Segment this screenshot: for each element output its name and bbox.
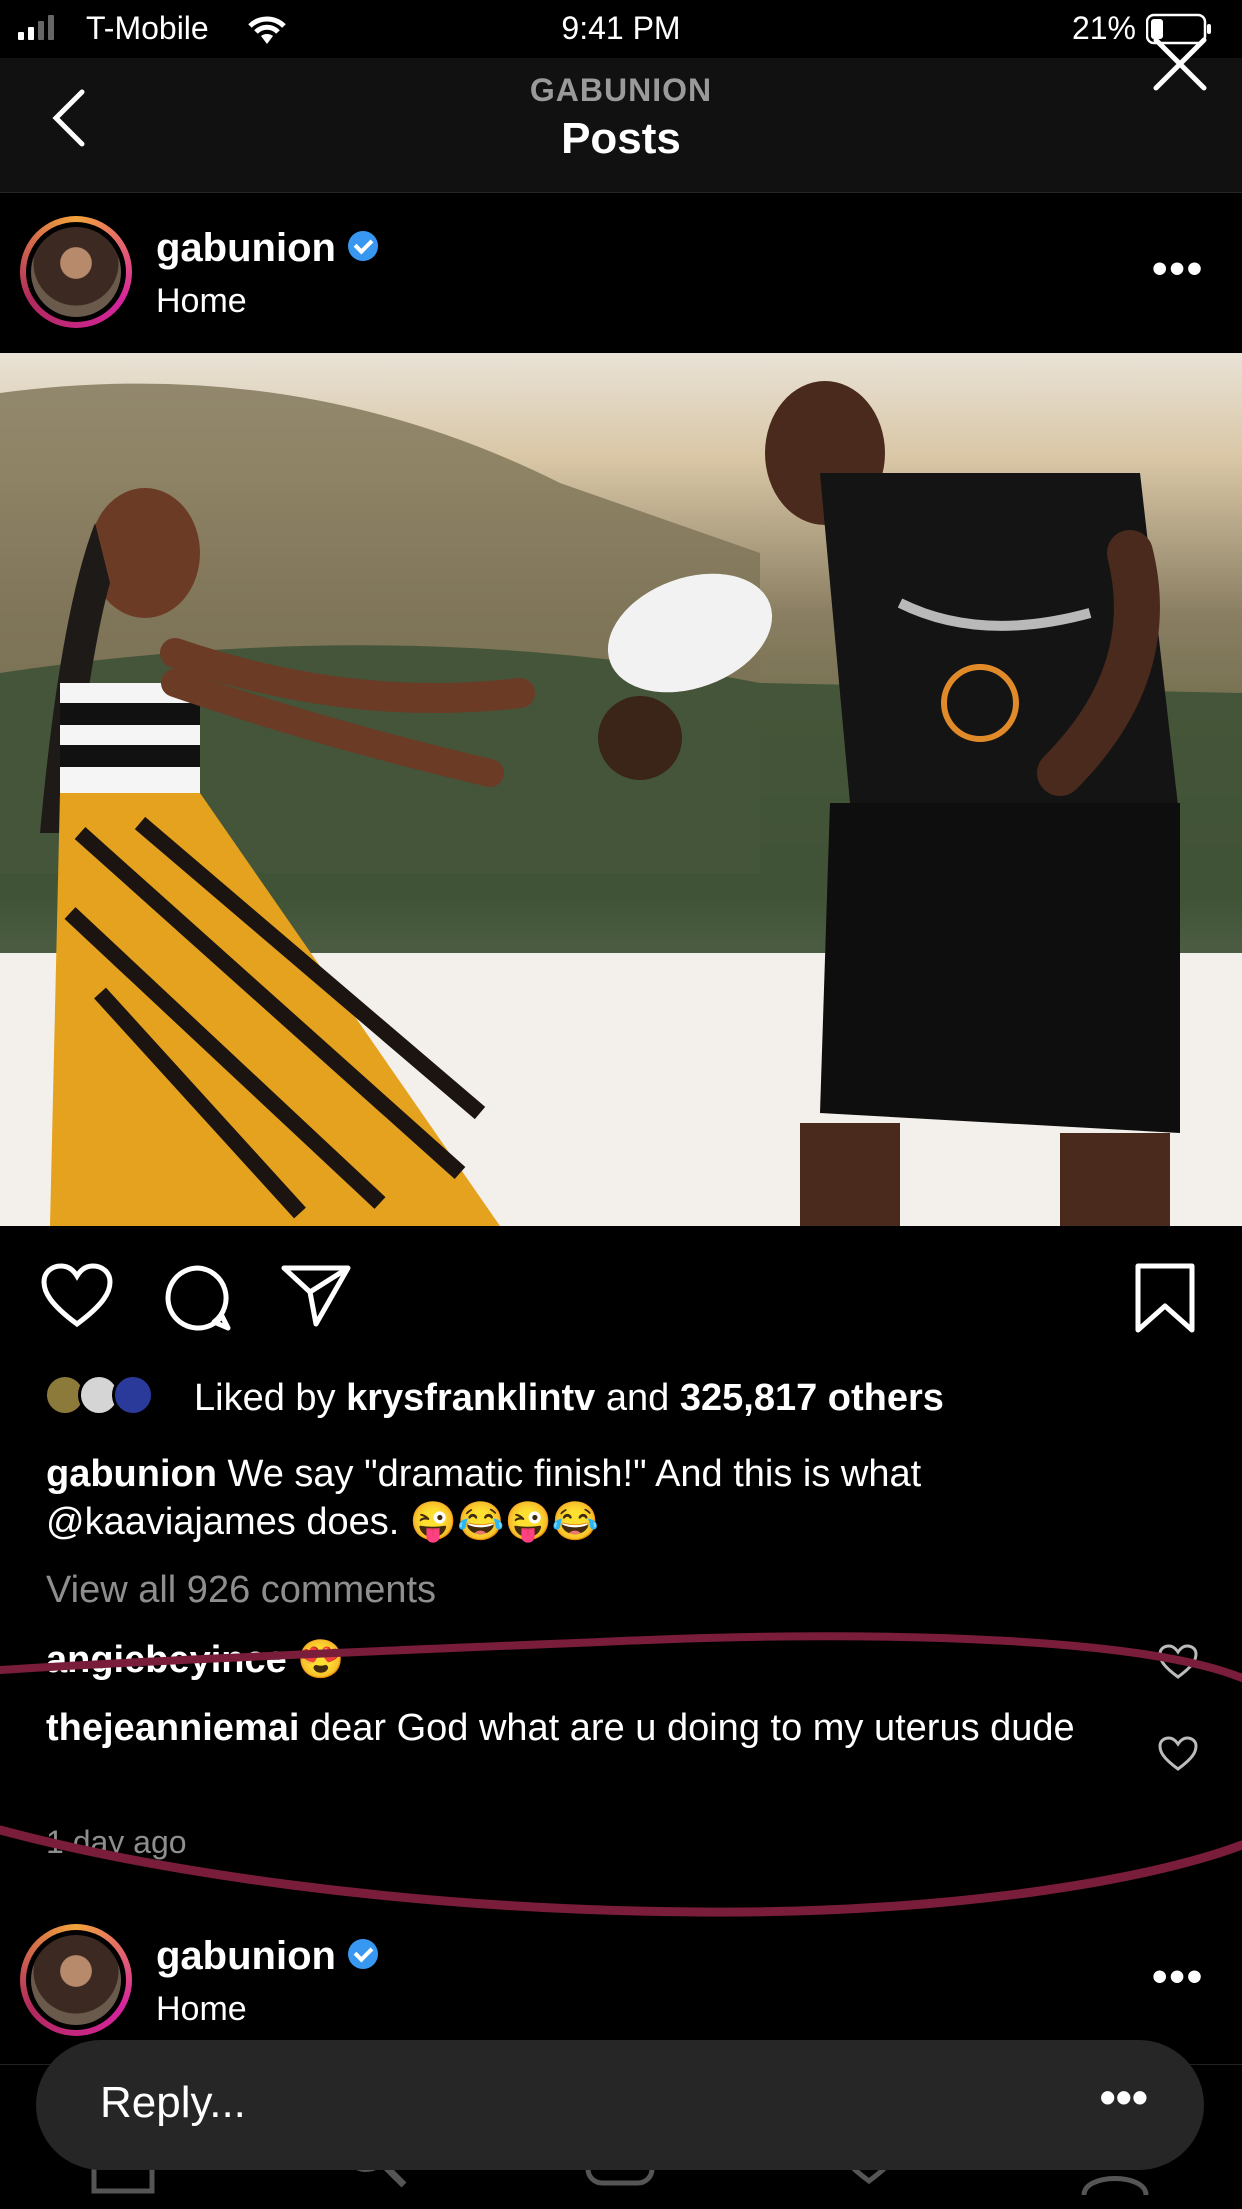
caption: gabunion We say "dramatic finish!" And t… — [46, 1450, 1166, 1546]
post-username[interactable]: gabunion — [156, 1934, 336, 1978]
nav-header: GABUNION Posts — [0, 37, 1242, 193]
view-all-comments-link[interactable]: View all 926 comments — [46, 1566, 436, 1614]
post-image[interactable] — [0, 353, 1242, 1226]
post-location[interactable]: Home — [156, 1990, 247, 2029]
post-username-row[interactable]: gabunion — [156, 226, 378, 271]
bookmark-icon[interactable] — [1134, 1262, 1196, 1334]
more-icon[interactable]: ••• — [1152, 244, 1204, 294]
likes-line[interactable]: Liked by krysfranklintv and 325,817 othe… — [194, 1374, 944, 1422]
caption-username[interactable]: gabunion — [46, 1453, 217, 1495]
post-username-row[interactable]: gabunion — [156, 1934, 378, 1979]
annotation-circle — [0, 1632, 1242, 1917]
post-location[interactable]: Home — [156, 282, 247, 321]
avatar[interactable] — [20, 1924, 132, 2036]
reply-more-icon[interactable]: ••• — [1100, 2070, 1148, 2124]
share-icon[interactable] — [280, 1262, 352, 1328]
comment-icon[interactable] — [162, 1262, 234, 1334]
liker-avatars[interactable] — [44, 1374, 184, 1418]
heart-icon[interactable] — [40, 1262, 114, 1330]
nav-subtitle: GABUNION — [529, 72, 713, 108]
reply-input[interactable]: Reply... ••• — [36, 2040, 1204, 2170]
liker-username[interactable]: krysfranklintv — [346, 1377, 595, 1419]
liker-avatar — [112, 1374, 154, 1416]
more-icon[interactable]: ••• — [1152, 1952, 1204, 2002]
clock: 9:41 PM — [561, 10, 681, 46]
avatar[interactable] — [20, 216, 132, 328]
verified-icon — [347, 231, 378, 262]
close-icon[interactable] — [1150, 34, 1210, 94]
likes-mid: and — [595, 1377, 680, 1419]
page-title: Posts — [561, 114, 681, 163]
verified-icon — [347, 1939, 378, 1970]
battery-percent: 21% — [1071, 10, 1136, 46]
status-bar: T-Mobile 9:41 PM 21% — [0, 0, 1242, 58]
post-photo-illustration — [0, 381, 1242, 1226]
post-username[interactable]: gabunion — [156, 226, 336, 270]
reply-placeholder: Reply... — [100, 2078, 246, 2127]
likes-prefix: Liked by — [194, 1377, 347, 1419]
likes-count[interactable]: 325,817 others — [680, 1377, 944, 1419]
back-icon[interactable] — [50, 88, 90, 148]
